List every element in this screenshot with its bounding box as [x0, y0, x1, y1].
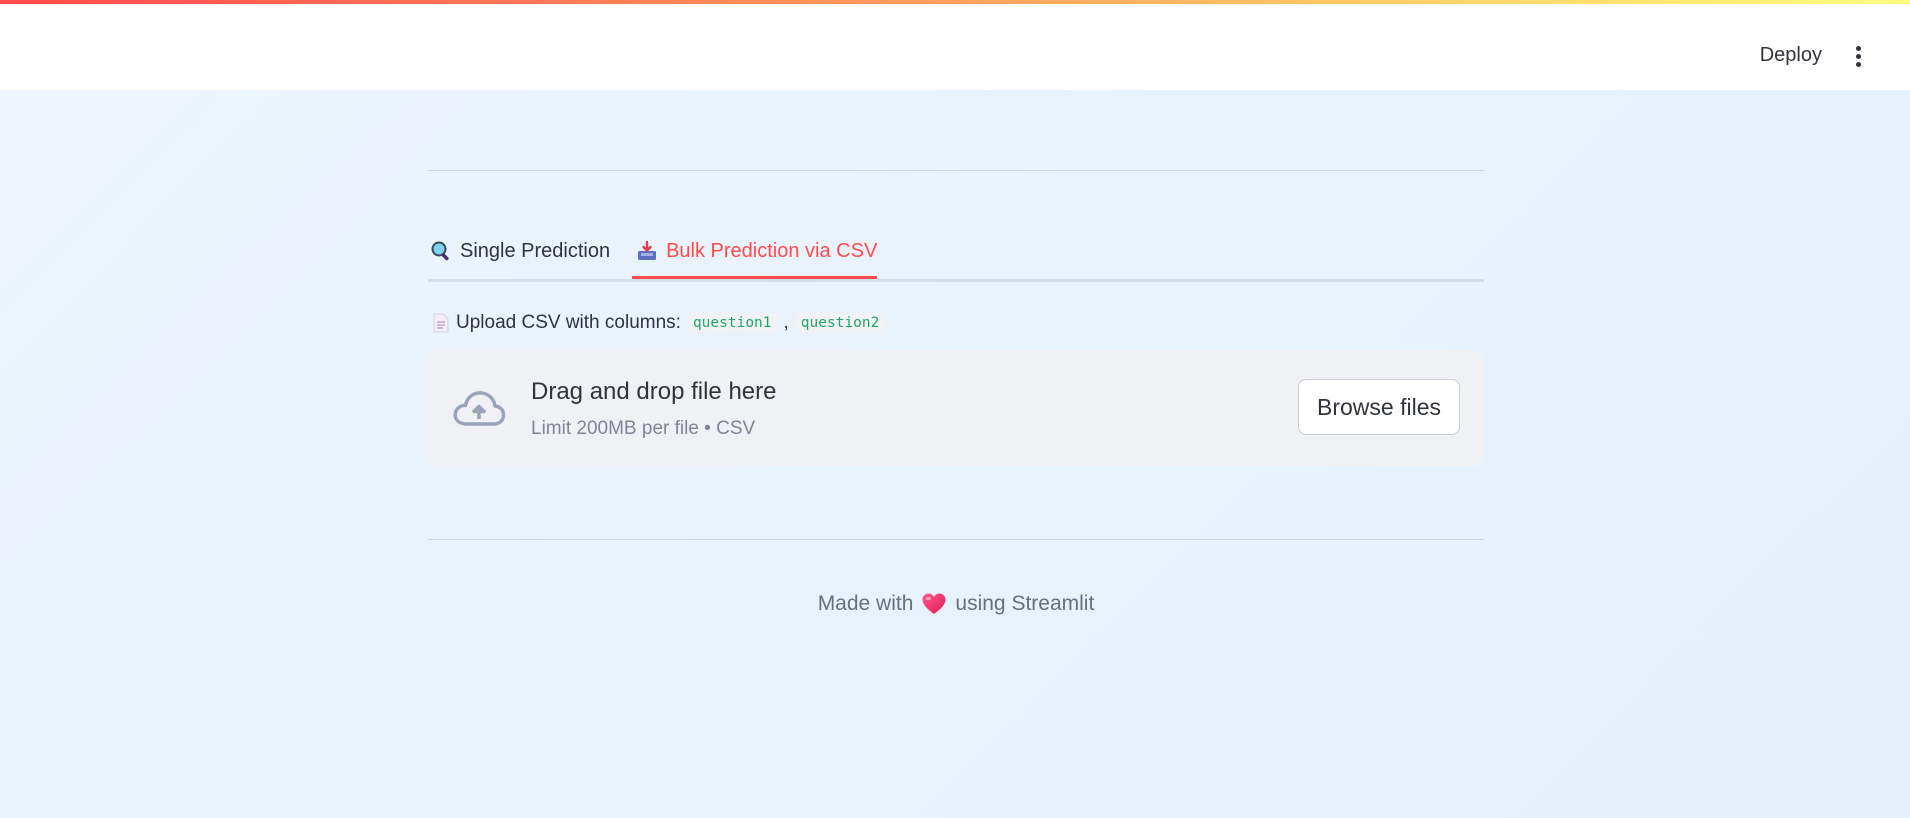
vertical-ellipsis-icon[interactable]: [1846, 44, 1870, 68]
app-header: Deploy: [0, 4, 1910, 90]
browse-files-button[interactable]: Browse files: [1298, 379, 1460, 435]
tab-baseline: [428, 279, 1484, 282]
bottom-divider: [428, 539, 1484, 540]
cloud-upload-icon: [453, 391, 506, 426]
file-dropzone[interactable]: Drag and drop file here Limit 200MB per …: [428, 350, 1484, 466]
footer-text-before: Made with: [817, 592, 914, 615]
footer-text-after: using Streamlit: [955, 592, 1095, 615]
dropzone-subtitle: Limit 200MB per file • CSV: [531, 418, 756, 439]
page-facing-up-icon: [433, 313, 449, 333]
column-name-code: question2: [794, 313, 886, 333]
footer: Made with using Streamlit: [428, 592, 1484, 616]
magnifying-glass-icon: [431, 241, 449, 261]
dropzone-title: Drag and drop file here: [531, 378, 777, 405]
column-separator: ,: [783, 312, 789, 333]
top-divider: [428, 170, 1484, 171]
upload-label-text: Upload CSV with columns:: [456, 312, 681, 333]
deploy-button[interactable]: Deploy: [1760, 44, 1822, 67]
tab-label: Single Prediction: [460, 239, 611, 262]
inbox-tray-icon: [638, 240, 657, 260]
tab-label: Bulk Prediction via CSV: [666, 239, 878, 262]
upload-instructions: Upload CSV with columns: question1 , que…: [432, 312, 886, 334]
tab-list: Single Prediction Bulk Prediction via CS…: [428, 230, 1484, 279]
column-name-code: question1: [686, 313, 778, 333]
tab-single-prediction[interactable]: Single Prediction: [428, 230, 610, 272]
heart-icon: [922, 593, 946, 614]
tab-bulk-prediction[interactable]: Bulk Prediction via CSV: [632, 230, 878, 279]
